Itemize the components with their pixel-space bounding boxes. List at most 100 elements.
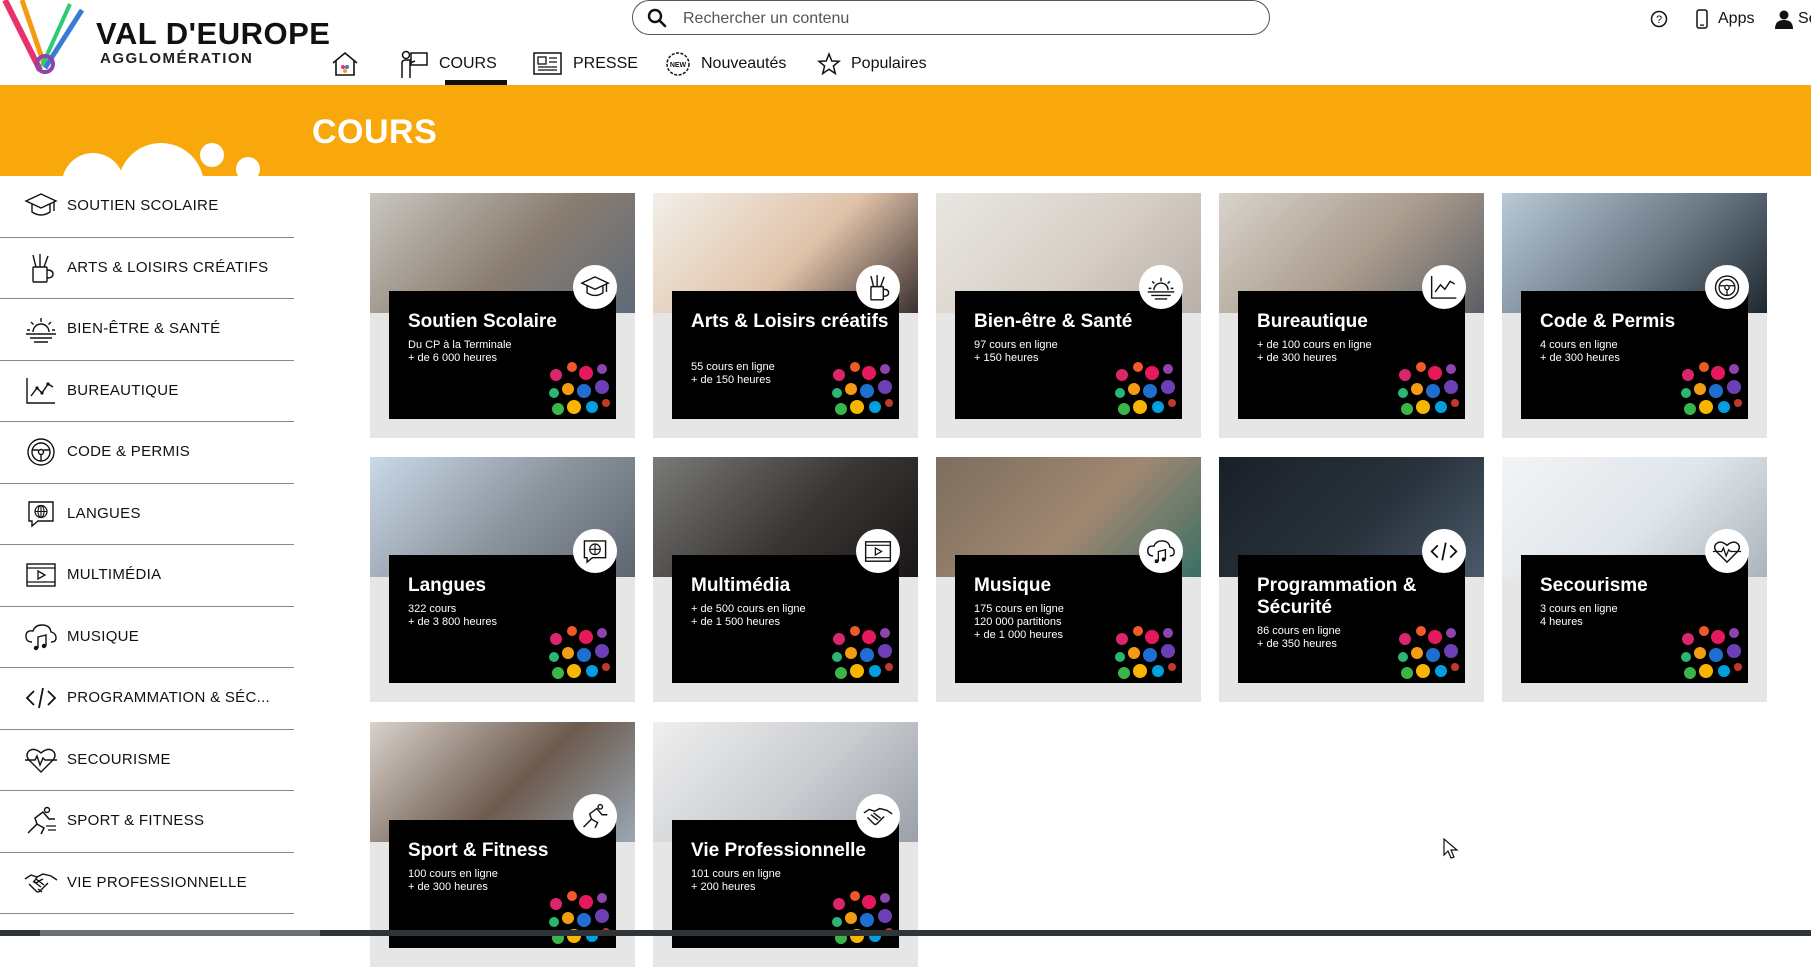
sidebar-item-code-permis[interactable]: CODE & PERMIS <box>0 422 294 484</box>
card-detail-line: 100 cours en ligne <box>408 868 498 880</box>
sidebar-item-label: MUSIQUE <box>67 627 140 645</box>
running-icon <box>583 803 608 828</box>
sidebar-item-sport-fitness[interactable]: SPORT & FITNESS <box>0 791 294 853</box>
card-dots-decoration <box>832 626 893 679</box>
banner-bubble <box>118 143 204 176</box>
card-panel: Soutien Scolaire Du CP à la Terminale + de… <box>389 291 616 419</box>
sidebar-item-langues[interactable]: LANGUES <box>0 484 294 545</box>
header: VAL D'EUROPE AGGLOMÉRATION ? Apps <box>0 0 1811 85</box>
card-panel: Programmation & Sécurité 86 cours en lign… <box>1238 555 1465 683</box>
sidebar-item-secourisme[interactable]: SECOURISME <box>0 730 294 791</box>
card-detail-line: + de 300 heures <box>1540 352 1620 364</box>
category-card[interactable]: Secourisme 3 cours en ligne 4 heures <box>1502 457 1767 702</box>
nav-presse[interactable]: PRESSE <box>533 44 638 84</box>
category-card[interactable]: Bien-être & Santé 97 cours en ligne + 150 … <box>936 193 1201 438</box>
card-dots-decoration <box>1398 626 1459 679</box>
card-title: Sport & Fitness <box>408 840 549 861</box>
sidebar-item-label: SOUTIEN SCOLAIRE <box>67 197 219 215</box>
nav-cours[interactable]: COURS <box>399 44 497 84</box>
chart-icon <box>1430 275 1457 299</box>
phone-icon <box>1696 9 1708 29</box>
nav-cours-label: COURS <box>439 55 497 72</box>
logo[interactable]: VAL D'EUROPE AGGLOMÉRATION <box>0 0 330 80</box>
nav-presse-label: PRESSE <box>573 55 638 72</box>
user-icon <box>1775 10 1793 29</box>
sidebar-item-bien-etre[interactable]: BIEN-ÊTRE & SANTÉ <box>0 299 294 361</box>
card-icon-badge <box>856 265 900 309</box>
nav-home[interactable] <box>330 44 360 84</box>
account-label: Se <box>1798 10 1811 27</box>
sidebar-item-multimedia[interactable]: MULTIMÉDIA <box>0 545 294 607</box>
home-icon <box>332 51 358 76</box>
horizontal-scrollbar[interactable] <box>0 930 1811 936</box>
sidebar-item-label: PROGRAMMATION & SÉC... <box>67 689 271 707</box>
card-detail-line: + de 500 cours en ligne <box>691 603 806 615</box>
logo-title: VAL D'EUROPE <box>96 16 331 51</box>
newspaper-icon <box>533 52 562 75</box>
card-detail-line: + 200 heures <box>691 881 756 893</box>
globe-chat-icon <box>28 501 54 528</box>
svg-text:NEW: NEW <box>670 62 687 69</box>
card-title: Secourisme <box>1540 575 1648 596</box>
card-detail-line: 4 cours en ligne <box>1540 339 1618 351</box>
sidebar-item-vie-pro[interactable]: VIE PROFESSIONNELLE <box>0 853 294 914</box>
sidebar-item-label: SPORT & FITNESS <box>67 812 205 830</box>
category-card[interactable]: Arts & Loisirs créatifs 55 cours en ligne… <box>653 193 918 438</box>
page-title: COURS <box>312 113 438 151</box>
card-title: Code & Permis <box>1540 311 1676 332</box>
card-panel: Multimédia + de 500 cours en ligne + de 1 … <box>672 555 899 683</box>
sidebar-item-arts-loisirs[interactable]: ARTS & LOISIRS CRÉATIFS <box>0 238 294 299</box>
card-title: Bureautique <box>1257 311 1368 332</box>
card-dots-decoration <box>1681 362 1742 415</box>
category-card[interactable]: Programmation & Sécurité 86 cours en lign… <box>1219 457 1484 702</box>
card-detail-line: + 150 heures <box>974 352 1039 364</box>
question-circle-icon: ? <box>1650 10 1668 28</box>
account-button[interactable]: Se <box>1774 6 1811 32</box>
card-title: Vie Professionnelle <box>691 840 866 861</box>
category-card[interactable]: Code & Permis 4 cours en ligne + de 300 he… <box>1502 193 1767 438</box>
card-icon-badge <box>573 529 617 573</box>
card-dots-decoration <box>1681 626 1742 679</box>
card-dots-decoration <box>549 891 610 944</box>
card-detail-line: 175 cours en ligne <box>974 603 1064 615</box>
sidebar-item-label: CODE & PERMIS <box>67 443 191 461</box>
logo-mark-icon <box>2 0 85 74</box>
card-dots-decoration <box>832 362 893 415</box>
sidebar-item-musique[interactable]: MUSIQUE <box>0 607 294 668</box>
category-card[interactable]: Musique 175 cours en ligne 120 000 partiti… <box>936 457 1201 702</box>
video-play-icon <box>864 540 892 562</box>
card-dots-decoration <box>1115 626 1176 679</box>
handshake-icon <box>863 807 893 825</box>
cloud-music-icon <box>25 624 57 650</box>
card-dots-decoration <box>1398 362 1459 415</box>
graduation-cap-icon <box>24 193 58 216</box>
card-panel: Musique 175 cours en ligne 120 000 partiti… <box>955 555 1182 683</box>
video-play-icon <box>26 563 56 587</box>
scrollbar-thumb[interactable] <box>40 930 320 936</box>
teacher-icon <box>401 50 428 78</box>
globe-chat-icon <box>583 539 607 564</box>
card-panel: Arts & Loisirs créatifs 55 cours en ligne… <box>672 291 899 419</box>
category-card[interactable]: Langues 322 cours + de 3 800 heures <box>370 457 635 702</box>
nav-nouveautes[interactable]: NEW Nouveautés <box>665 44 786 84</box>
card-detail-line: + de 300 heures <box>1257 352 1337 364</box>
search-bar[interactable] <box>632 0 1270 35</box>
card-panel: Code & Permis 4 cours en ligne + de 300 he… <box>1521 291 1748 419</box>
category-card[interactable]: Bureautique + de 100 cours en ligne + de 3… <box>1219 193 1484 438</box>
sidebar-item-soutien-scolaire[interactable]: SOUTIEN SCOLAIRE <box>0 176 294 238</box>
category-card[interactable]: Multimédia + de 500 cours en ligne + de 1 … <box>653 457 918 702</box>
sidebar-item-label: BIEN-ÊTRE & SANTÉ <box>67 320 221 338</box>
help-button[interactable]: ? <box>1650 6 1668 32</box>
card-detail-line: 55 cours en ligne <box>691 361 775 373</box>
card-detail-line: 120 000 partitions <box>974 616 1062 628</box>
search-input[interactable] <box>681 5 1245 33</box>
apps-button[interactable]: Apps <box>1696 6 1754 32</box>
category-card[interactable]: Soutien Scolaire Du CP à la Terminale + de… <box>370 193 635 438</box>
sidebar-item-programmation[interactable]: PROGRAMMATION & SÉC... <box>0 668 294 730</box>
banner-bubble <box>236 157 260 176</box>
brush-pot-icon <box>870 274 890 301</box>
nav-populaires[interactable]: Populaires <box>817 44 927 84</box>
card-detail-line: 97 cours en ligne <box>974 339 1058 351</box>
sidebar-item-bureautique[interactable]: BUREAUTIQUE <box>0 361 294 422</box>
